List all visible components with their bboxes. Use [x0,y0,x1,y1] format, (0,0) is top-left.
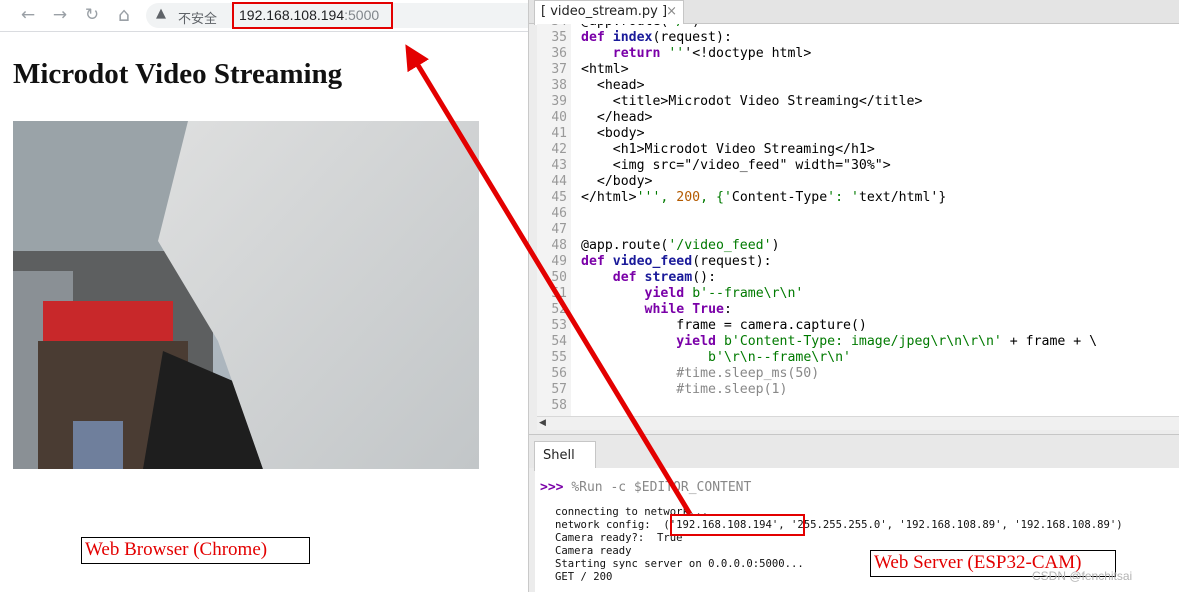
code-line: <body> [581,126,645,141]
line-number: 36 [551,46,567,61]
tab-video-stream-py[interactable]: [ video_stream.py ] × [534,0,684,25]
code-line: </html>''', 200, {'Content-Type': 'text/… [581,190,947,205]
code-line: #time.sleep(1) [581,382,788,397]
line-number: 38 [551,78,567,93]
code-line: def video_feed(request): [581,254,772,269]
video-stream-image [13,121,479,469]
code-line: yield b'--frame\r\n' [644,286,804,301]
line-number: 45 [551,190,567,205]
code-line: #time.sleep_ms(50) [581,366,820,381]
code-line: frame = camera.capture() [581,318,867,333]
page-title: Microdot Video Streaming [13,58,343,90]
code-line: <html> [581,62,629,77]
line-number: 49 [551,254,567,269]
reload-icon[interactable]: ↻ [80,4,104,26]
line-number: 55 [551,350,567,365]
camera-frame-picture [13,121,479,469]
shell-output-line: Starting sync server on 0.0.0.0:5000... [555,558,804,570]
code-line: while True: [644,302,732,317]
browser-caption-label: Web Browser (Chrome) [81,537,310,564]
close-tab-icon[interactable]: × [666,1,677,23]
code-line: <title>Microdot Video Streaming</title> [581,94,923,109]
url-port: :5000 [344,7,380,23]
shell-output-line: Camera ready?: True [555,532,683,544]
ip-address-highlight-box [670,514,805,536]
line-number: 58 [551,398,567,413]
code-line: <head> [581,78,645,93]
url-host: 192.168.108.194 [239,7,345,23]
back-arrow-icon[interactable]: ← [16,4,40,26]
code-line: </body> [581,174,653,189]
shell-output-line: Camera ready [555,545,632,557]
code-line: </head> [581,110,653,125]
code-line: yield b'Content-Type: image/jpeg\r\n\r\n… [676,334,1098,349]
line-number: 50 [551,270,567,285]
line-number: 40 [551,110,567,125]
code-editor[interactable]: 3435363738394041424344454647484950515253… [537,24,1179,416]
line-number: 46 [551,206,567,221]
line-number: 48 [551,238,567,253]
line-number-gutter: 3435363738394041424344454647484950515253… [537,24,571,416]
line-number: 39 [551,94,567,109]
line-number: 53 [551,318,567,333]
forward-arrow-icon[interactable]: → [48,4,72,26]
code-line: @app.route('/video_feed') [581,238,780,253]
code-line: def index(request): [581,30,732,45]
url-text-highlighted[interactable]: 192.168.108.194:5000 [232,2,393,29]
line-number: 56 [551,366,567,381]
line-number: 44 [551,174,567,189]
line-number: 52 [551,302,567,317]
line-number: 54 [551,334,567,349]
prompt-marker: >>> [540,480,564,495]
code-line: return '''<!doctype html> [612,46,812,61]
shell-tabbar: Shell [529,434,1179,471]
line-number: 37 [551,62,567,77]
line-number: 42 [551,142,567,157]
shell-output-line: GET / 200 [555,571,613,583]
line-number: 43 [551,158,567,173]
warning-triangle-icon[interactable]: ▲ [156,6,166,21]
watermark: CSDN @fenchitsai [1032,569,1133,583]
security-label[interactable]: 不安全 [178,8,217,27]
line-number: 47 [551,222,567,237]
shell-command: %Run -c $EDITOR_CONTENT [571,480,752,495]
line-number: 35 [551,30,567,45]
editor-tabbar: [ video_stream.py ] × [529,0,1179,25]
browser-toolbar: ← → ↻ ⌂ ▲ 不安全 192.168.108.194:5000 [0,0,528,32]
ide-window: [ video_stream.py ] × 343536373839404142… [528,0,1179,592]
line-number: 57 [551,382,567,397]
code-line: <h1>Microdot Video Streaming</h1> [581,142,875,157]
code-line: b'\r\n--frame\r\n' [708,350,851,365]
tab-shell[interactable]: Shell [534,441,596,471]
tab-label: [ video_stream.py ] [541,4,668,19]
scroll-left-icon[interactable]: ◀ [539,417,546,430]
shell-output-line: network config: ('192.168.108.194', '255… [555,519,1123,531]
line-number: 41 [551,126,567,141]
browser-window: ← → ↻ ⌂ ▲ 不安全 192.168.108.194:5000 Micro… [0,0,528,592]
code-line: <img src="/video_feed" width="30%"> [581,158,891,173]
home-icon[interactable]: ⌂ [112,4,136,26]
shell-prompt: >>> %Run -c $EDITOR_CONTENT [540,480,751,495]
line-number: 51 [551,286,567,301]
code-line: def stream(): [612,270,717,285]
horizontal-scrollbar[interactable]: ◀ [537,416,1179,430]
